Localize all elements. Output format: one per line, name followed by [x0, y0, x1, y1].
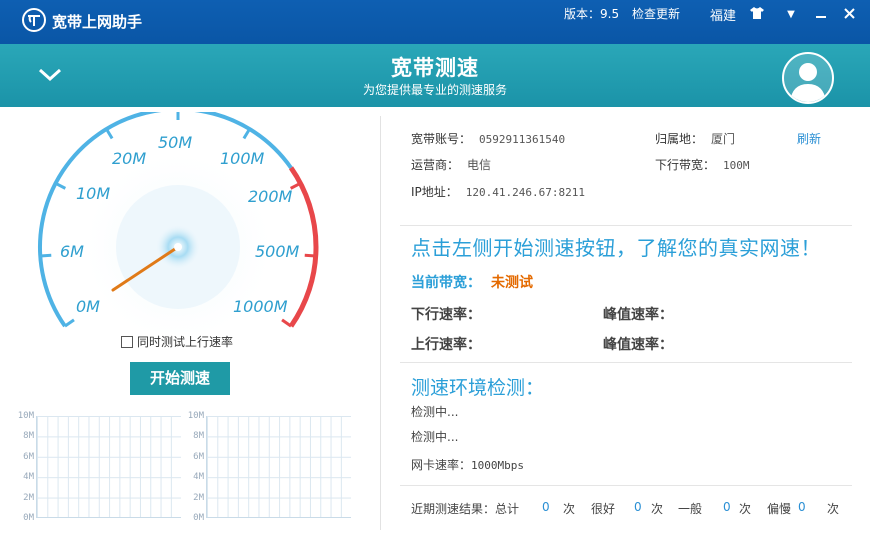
gauge-tick [64, 318, 75, 328]
gauge-label-20m: 20M [112, 149, 147, 168]
y-tick-label: 6M [23, 452, 34, 462]
y-tick-label: 2M [193, 493, 204, 503]
y-tick-label: 8M [193, 431, 204, 441]
location-selector[interactable]: 福建 [710, 5, 736, 24]
user-avatar-icon[interactable] [782, 52, 834, 104]
title-bar: 宽带上网助手 版本：9.5 检查更新 福建 ▼ [0, 0, 870, 44]
minimize-icon[interactable] [810, 4, 832, 26]
banner-subtitle: 为您提供最专业的测速服务 [362, 83, 507, 97]
upload-rate-label: 上行速率： [411, 337, 481, 353]
current-bandwidth-value: 未测试 [491, 275, 533, 291]
y-tick-label: 0M [23, 513, 34, 523]
region-label: 归属地： [655, 132, 704, 146]
speed-gauge: 0M 6M 10M 20M 50M 100M 200M 500M 1000M [20, 112, 340, 332]
gauge-label-1000m: 1000M [233, 297, 288, 316]
gauge-label-10m: 10M [76, 184, 111, 203]
test-upload-label: 同时测试上行速率 [137, 335, 234, 349]
isp-value: 电信 [467, 158, 492, 172]
current-bandwidth-label: 当前带宽： [411, 275, 481, 291]
close-icon[interactable] [838, 4, 860, 26]
recent-normal-count: 0 [723, 500, 731, 514]
gauge-label-200m: 200M [248, 187, 293, 206]
chart-grid [206, 416, 351, 518]
y-tick-label: 10M [17, 411, 34, 421]
y-tick-label: 4M [23, 472, 34, 482]
ip-value: 120.41.246.67:8211 [465, 186, 585, 199]
down-bandwidth-value: 100M [723, 159, 750, 172]
gauge-label-500m: 500M [255, 242, 300, 261]
recent-slow-unit: 次 [827, 502, 840, 516]
version-label: 版本：9.5 [564, 7, 620, 21]
nic-speed: 网卡速率：1000Mbps [411, 456, 524, 473]
skin-shirt-icon[interactable] [746, 4, 768, 26]
y-tick-label: 10M [187, 411, 204, 421]
y-tick-label: 0M [193, 513, 204, 523]
recent-slow-label: 偏慢 [767, 502, 792, 516]
recent-total-unit: 次 [563, 502, 576, 516]
nic-speed-value: 1000Mbps [471, 459, 524, 472]
account-info: 宽带账号： 0592911361540 [411, 130, 565, 147]
nic-speed-label: 网卡速率： [411, 458, 472, 472]
start-speedtest-button[interactable]: 开始测速 [130, 362, 230, 395]
recent-total-count: 0 [542, 500, 550, 514]
app-title: 宽带上网助手 [52, 13, 143, 31]
upload-peak-label: 峰值速率： [603, 337, 673, 353]
test-upload-checkbox[interactable] [121, 336, 133, 348]
recent-good-unit: 次 [651, 502, 664, 516]
down-bandwidth-info: 下行带宽： 100M [655, 156, 750, 173]
region-value: 厦门 [711, 132, 736, 146]
speedtest-prompt: 点击左侧开始测速按钮，了解您的真实网速！ [411, 236, 821, 260]
gauge-label-0m: 0M [76, 297, 100, 316]
y-tick-label: 4M [193, 472, 204, 482]
region-info: 归属地： 厦门 [655, 130, 735, 147]
ip-label: IP地址： [411, 185, 458, 199]
gauge-label-6m: 6M [60, 242, 84, 261]
account-value: 0592911361540 [479, 133, 566, 146]
current-bandwidth: 当前带宽： 未测试 [411, 272, 533, 292]
banner-title: 宽带测速 [391, 56, 479, 80]
down-bandwidth-label: 下行带宽： [655, 158, 716, 172]
recent-good-label: 很好 [591, 502, 616, 516]
section-divider [400, 362, 852, 363]
account-label: 宽带账号： [411, 132, 472, 146]
section-divider [400, 485, 852, 486]
environment-status-2: 检测中... [411, 430, 459, 444]
recent-slow-count: 0 [798, 500, 806, 514]
environment-status-1: 检测中... [411, 405, 459, 419]
app-logo-icon [22, 8, 46, 32]
menu-dropdown-icon[interactable]: ▼ [780, 4, 802, 26]
download-rate-label: 下行速率： [411, 307, 481, 323]
section-divider [400, 225, 852, 226]
y-tick-label: 2M [23, 493, 34, 503]
refresh-link[interactable]: 刷新 [797, 130, 821, 147]
download-peak-label: 峰值速率： [603, 307, 673, 323]
ip-info: IP地址： 120.41.246.67:8211 [411, 183, 585, 200]
recent-good-count: 0 [634, 500, 642, 514]
panel-divider [380, 116, 381, 530]
recent-total-label: 近期测速结果：总计 [411, 502, 520, 516]
y-tick-label: 8M [23, 431, 34, 441]
header-banner: 宽带测速 为您提供最专业的测速服务 [0, 44, 870, 107]
gauge-label-100m: 100M [220, 149, 265, 168]
check-update-link[interactable]: 检查更新 [632, 5, 680, 22]
isp-info: 运营商： 电信 [411, 156, 491, 173]
gauge-label-50m: 50M [158, 133, 193, 152]
isp-label: 运营商： [411, 158, 460, 172]
upload-history-chart: 10M 8M 6M 4M 2M 0M [184, 410, 354, 525]
test-upload-option[interactable]: 同时测试上行速率 [121, 333, 233, 349]
recent-normal-unit: 次 [739, 502, 752, 516]
y-tick-label: 6M [193, 452, 204, 462]
environment-title: 测速环境检测： [411, 377, 545, 399]
download-history-chart: 10M 8M 6M 4M 2M 0M [14, 410, 184, 525]
recent-normal-label: 一般 [678, 502, 703, 516]
gauge-tick [281, 318, 292, 328]
chart-grid [36, 416, 181, 518]
